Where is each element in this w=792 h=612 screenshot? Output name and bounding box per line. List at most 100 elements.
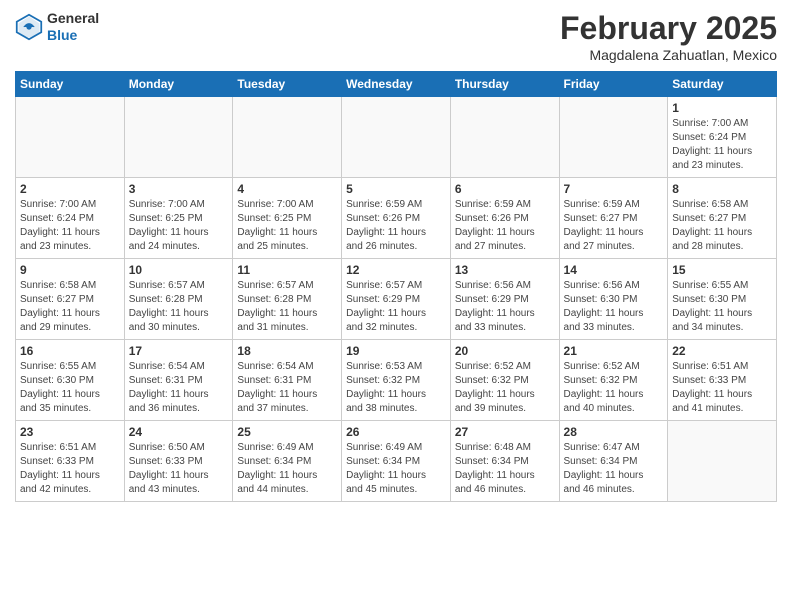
calendar-cell — [450, 97, 559, 178]
day-info: Sunrise: 7:00 AM Sunset: 6:24 PM Dayligh… — [20, 198, 120, 254]
weekday-header: Saturday — [668, 72, 777, 97]
calendar-cell: 14 Sunrise: 6:56 AM Sunset: 6:30 PM Dayli… — [559, 259, 668, 340]
logo-icon — [15, 13, 43, 41]
day-number: 7 — [564, 182, 664, 196]
page-header: General Blue February 2025 Magdalena Zah… — [15, 10, 777, 63]
weekday-header: Wednesday — [342, 72, 451, 97]
day-number: 22 — [672, 344, 772, 358]
calendar-cell — [124, 97, 233, 178]
day-number: 21 — [564, 344, 664, 358]
calendar-cell: 2 Sunrise: 7:00 AM Sunset: 6:24 PM Daylig… — [16, 178, 125, 259]
day-number: 28 — [564, 425, 664, 439]
day-number: 23 — [20, 425, 120, 439]
calendar-cell: 4 Sunrise: 7:00 AM Sunset: 6:25 PM Daylig… — [233, 178, 342, 259]
calendar-cell — [233, 97, 342, 178]
day-info: Sunrise: 6:47 AM Sunset: 6:34 PM Dayligh… — [564, 441, 664, 497]
day-number: 16 — [20, 344, 120, 358]
logo-blue: Blue — [47, 27, 77, 43]
day-number: 20 — [455, 344, 555, 358]
day-info: Sunrise: 6:55 AM Sunset: 6:30 PM Dayligh… — [672, 279, 772, 335]
day-number: 2 — [20, 182, 120, 196]
day-number: 6 — [455, 182, 555, 196]
day-number: 12 — [346, 263, 446, 277]
title-block: February 2025 Magdalena Zahuatlan, Mexic… — [560, 10, 777, 63]
day-info: Sunrise: 7:00 AM Sunset: 6:25 PM Dayligh… — [237, 198, 337, 254]
day-number: 1 — [672, 101, 772, 115]
day-info: Sunrise: 6:58 AM Sunset: 6:27 PM Dayligh… — [20, 279, 120, 335]
calendar-cell: 22 Sunrise: 6:51 AM Sunset: 6:33 PM Dayli… — [668, 340, 777, 421]
logo: General Blue — [15, 10, 99, 44]
calendar-cell: 17 Sunrise: 6:54 AM Sunset: 6:31 PM Dayli… — [124, 340, 233, 421]
day-number: 25 — [237, 425, 337, 439]
location: Magdalena Zahuatlan, Mexico — [560, 47, 777, 63]
calendar-cell — [342, 97, 451, 178]
calendar-week-row: 16 Sunrise: 6:55 AM Sunset: 6:30 PM Dayli… — [16, 340, 777, 421]
day-info: Sunrise: 6:52 AM Sunset: 6:32 PM Dayligh… — [455, 360, 555, 416]
day-info: Sunrise: 6:51 AM Sunset: 6:33 PM Dayligh… — [672, 360, 772, 416]
day-info: Sunrise: 6:49 AM Sunset: 6:34 PM Dayligh… — [237, 441, 337, 497]
weekday-header: Tuesday — [233, 72, 342, 97]
day-number: 3 — [129, 182, 229, 196]
day-info: Sunrise: 6:59 AM Sunset: 6:26 PM Dayligh… — [455, 198, 555, 254]
calendar-cell: 18 Sunrise: 6:54 AM Sunset: 6:31 PM Dayli… — [233, 340, 342, 421]
month-title: February 2025 — [560, 10, 777, 47]
calendar-week-row: 23Sunrise: 6:51 AM Sunset: 6:33 PM Dayli… — [16, 421, 777, 502]
weekday-header: Friday — [559, 72, 668, 97]
calendar-cell: 27 Sunrise: 6:48 AM Sunset: 6:34 PM Dayli… — [450, 421, 559, 502]
logo-text: General Blue — [47, 10, 99, 44]
day-info: Sunrise: 6:54 AM Sunset: 6:31 PM Dayligh… — [129, 360, 229, 416]
calendar-cell: 23Sunrise: 6:51 AM Sunset: 6:33 PM Dayli… — [16, 421, 125, 502]
day-number: 14 — [564, 263, 664, 277]
calendar-cell — [668, 421, 777, 502]
calendar-cell: 15 Sunrise: 6:55 AM Sunset: 6:30 PM Dayli… — [668, 259, 777, 340]
calendar-cell: 28 Sunrise: 6:47 AM Sunset: 6:34 PM Dayli… — [559, 421, 668, 502]
calendar-header-row: SundayMondayTuesdayWednesdayThursdayFrid… — [16, 72, 777, 97]
day-info: Sunrise: 6:57 AM Sunset: 6:29 PM Dayligh… — [346, 279, 446, 335]
day-number: 5 — [346, 182, 446, 196]
day-info: Sunrise: 6:48 AM Sunset: 6:34 PM Dayligh… — [455, 441, 555, 497]
day-number: 11 — [237, 263, 337, 277]
day-info: Sunrise: 7:00 AM Sunset: 6:24 PM Dayligh… — [672, 117, 772, 173]
day-info: Sunrise: 6:50 AM Sunset: 6:33 PM Dayligh… — [129, 441, 229, 497]
weekday-header: Thursday — [450, 72, 559, 97]
calendar-cell: 20 Sunrise: 6:52 AM Sunset: 6:32 PM Dayli… — [450, 340, 559, 421]
day-info: Sunrise: 6:58 AM Sunset: 6:27 PM Dayligh… — [672, 198, 772, 254]
day-info: Sunrise: 6:56 AM Sunset: 6:30 PM Dayligh… — [564, 279, 664, 335]
weekday-header: Monday — [124, 72, 233, 97]
calendar-week-row: 2 Sunrise: 7:00 AM Sunset: 6:24 PM Daylig… — [16, 178, 777, 259]
day-info: Sunrise: 6:55 AM Sunset: 6:30 PM Dayligh… — [20, 360, 120, 416]
day-number: 24 — [129, 425, 229, 439]
calendar-cell: 10 Sunrise: 6:57 AM Sunset: 6:28 PM Dayli… — [124, 259, 233, 340]
day-number: 17 — [129, 344, 229, 358]
calendar-cell — [16, 97, 125, 178]
calendar-cell: 24 Sunrise: 6:50 AM Sunset: 6:33 PM Dayli… — [124, 421, 233, 502]
calendar-cell: 5 Sunrise: 6:59 AM Sunset: 6:26 PM Daylig… — [342, 178, 451, 259]
calendar-week-row: 9 Sunrise: 6:58 AM Sunset: 6:27 PM Daylig… — [16, 259, 777, 340]
day-info: Sunrise: 6:54 AM Sunset: 6:31 PM Dayligh… — [237, 360, 337, 416]
day-number: 19 — [346, 344, 446, 358]
day-info: Sunrise: 6:53 AM Sunset: 6:32 PM Dayligh… — [346, 360, 446, 416]
calendar-cell: 9 Sunrise: 6:58 AM Sunset: 6:27 PM Daylig… — [16, 259, 125, 340]
calendar-cell: 21Sunrise: 6:52 AM Sunset: 6:32 PM Dayli… — [559, 340, 668, 421]
day-number: 8 — [672, 182, 772, 196]
calendar-cell: 1 Sunrise: 7:00 AM Sunset: 6:24 PM Daylig… — [668, 97, 777, 178]
calendar-cell: 11Sunrise: 6:57 AM Sunset: 6:28 PM Dayli… — [233, 259, 342, 340]
calendar-table: SundayMondayTuesdayWednesdayThursdayFrid… — [15, 71, 777, 502]
calendar-cell: 6 Sunrise: 6:59 AM Sunset: 6:26 PM Daylig… — [450, 178, 559, 259]
day-number: 13 — [455, 263, 555, 277]
day-number: 27 — [455, 425, 555, 439]
day-number: 18 — [237, 344, 337, 358]
calendar-cell: 12 Sunrise: 6:57 AM Sunset: 6:29 PM Dayli… — [342, 259, 451, 340]
calendar-cell: 25 Sunrise: 6:49 AM Sunset: 6:34 PM Dayli… — [233, 421, 342, 502]
day-number: 15 — [672, 263, 772, 277]
day-info: Sunrise: 6:57 AM Sunset: 6:28 PM Dayligh… — [129, 279, 229, 335]
weekday-header: Sunday — [16, 72, 125, 97]
calendar-cell: 13Sunrise: 6:56 AM Sunset: 6:29 PM Dayli… — [450, 259, 559, 340]
calendar-cell — [559, 97, 668, 178]
logo-general: General — [47, 10, 99, 26]
day-number: 4 — [237, 182, 337, 196]
day-number: 9 — [20, 263, 120, 277]
calendar-cell: 19 Sunrise: 6:53 AM Sunset: 6:32 PM Dayli… — [342, 340, 451, 421]
day-number: 10 — [129, 263, 229, 277]
day-info: Sunrise: 6:59 AM Sunset: 6:26 PM Dayligh… — [346, 198, 446, 254]
